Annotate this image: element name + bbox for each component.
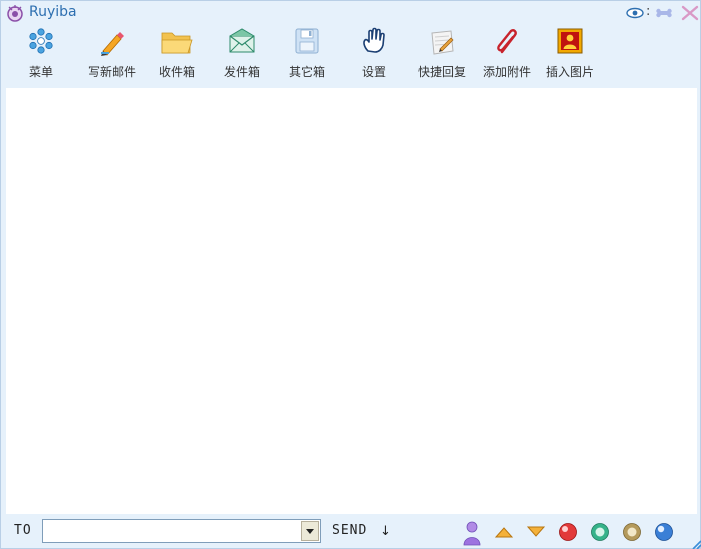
app-title: Ruyiba <box>29 4 77 20</box>
snowflake-menu-icon <box>29 28 53 54</box>
toolbar-menu-label: 菜单 <box>28 65 53 79</box>
toolbar-quick-reply-button[interactable]: 快捷回复 <box>405 25 479 83</box>
bottom-bar: TO SEND ↓ <box>1 515 701 549</box>
quick-reply-icon <box>431 30 454 55</box>
gold-ball-icon[interactable] <box>622 522 642 542</box>
green-ball-icon[interactable] <box>590 522 610 542</box>
resize-grip-icon[interactable] <box>690 538 701 549</box>
toolbar-outbox-label: 发件箱 <box>223 65 260 79</box>
send-arrow-icon[interactable]: ↓ <box>380 524 391 539</box>
toolbar-insert-picture-button[interactable]: 插入图片 <box>533 25 607 83</box>
title-separator: : <box>646 4 651 19</box>
close-icon[interactable] <box>681 5 699 21</box>
chevron-down-icon <box>306 529 314 534</box>
toolbar-compose-label: 写新邮件 <box>87 65 136 79</box>
mail-window: Ruyiba : 菜单 写新邮件 收件箱 发件箱 其它箱 设置 快捷回复 添加附… <box>0 0 701 549</box>
to-label: TO <box>14 523 32 538</box>
toolbar-quick-reply-label: 快捷回复 <box>417 65 466 79</box>
toolbar-other-box-button[interactable]: 其它箱 <box>270 25 344 83</box>
scroll-up-icon[interactable] <box>494 522 514 542</box>
message-body-area[interactable] <box>6 88 697 514</box>
send-button[interactable]: SEND <box>332 523 367 538</box>
toolbar-settings-button[interactable]: 设置 <box>337 25 411 83</box>
toolbar-menu-button[interactable]: 菜单 <box>4 25 78 83</box>
toolbar-settings-label: 设置 <box>361 65 386 79</box>
hand-icon <box>363 27 385 53</box>
scroll-down-icon[interactable] <box>526 522 546 542</box>
toolbar-compose-button[interactable]: 写新邮件 <box>75 25 149 83</box>
picture-icon <box>557 28 583 54</box>
bone-icon[interactable] <box>655 5 673 21</box>
to-dropdown-button[interactable] <box>301 521 319 541</box>
title-bar: Ruyiba : <box>1 1 701 25</box>
contact-icon[interactable] <box>462 520 482 546</box>
eye-icon[interactable] <box>626 5 644 21</box>
to-combobox[interactable] <box>42 519 321 543</box>
pencil-icon <box>101 32 124 56</box>
blue-ball-icon[interactable] <box>654 522 674 542</box>
folder-icon <box>161 32 193 54</box>
toolbar-inbox-label: 收件箱 <box>158 65 195 79</box>
toolbar: 菜单 写新邮件 收件箱 发件箱 其它箱 设置 快捷回复 添加附件 插入图片 <box>1 25 701 83</box>
toolbar-outbox-button[interactable]: 发件箱 <box>205 25 279 83</box>
red-ball-icon[interactable] <box>558 522 578 542</box>
toolbar-insert-picture-label: 插入图片 <box>545 65 594 79</box>
app-logo-icon <box>7 5 23 22</box>
floppy-disk-icon <box>295 28 319 54</box>
toolbar-other-box-label: 其它箱 <box>288 65 325 79</box>
envelope-icon <box>229 28 255 53</box>
to-input[interactable] <box>46 522 298 540</box>
paperclip-icon <box>497 29 517 54</box>
toolbar-inbox-button[interactable]: 收件箱 <box>140 25 214 83</box>
